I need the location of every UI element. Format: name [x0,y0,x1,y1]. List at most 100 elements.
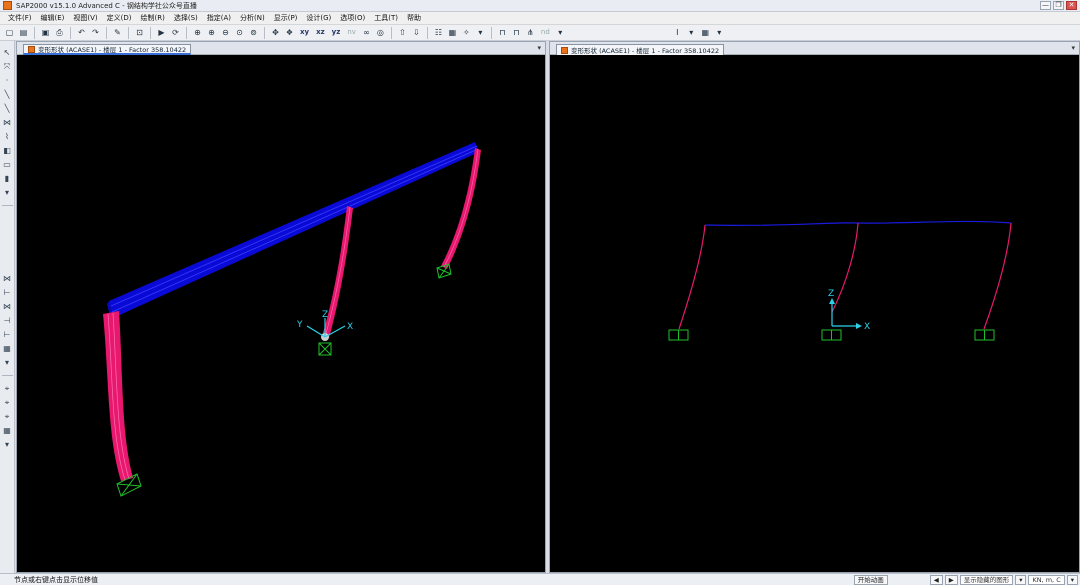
right-2d-view[interactable]: Z X [550,56,1079,573]
nd-view-button[interactable]: nd [539,27,552,38]
lock-icon[interactable]: ⊡ [134,27,145,38]
zoom-restore-icon[interactable]: ⊚ [248,27,259,38]
nv-view-button[interactable]: nv [345,27,358,38]
dropdown-icon[interactable]: ▾ [1066,575,1078,585]
units-field[interactable]: KN, m, C [1028,575,1065,585]
dropdown-icon[interactable]: ▾ [686,27,697,38]
3d-view-icon[interactable]: ❖ [284,27,295,38]
left-column-member[interactable] [103,311,133,481]
display-image-icon[interactable]: ▦ [447,27,458,38]
snap-end-icon[interactable]: ⌖ [2,397,13,408]
draw-link-icon[interactable]: ⌇ [2,131,13,142]
frame-shape-icon[interactable]: ⊓ [497,27,508,38]
quick-draw-frame-icon[interactable]: ╲ [2,103,13,114]
beam-member[interactable] [107,142,479,320]
dropdown-icon[interactable]: ▾ [714,27,725,38]
toolbar-divider [186,26,187,39]
right-2d-canvas[interactable]: Z X [550,56,1080,573]
yz-view-button[interactable]: yz [330,27,343,38]
dropdown-icon[interactable]: ▾ [2,187,13,198]
pane-menu-icon[interactable]: ▾ [1071,44,1075,52]
menu-help[interactable]: 帮助 [407,13,421,23]
draw-frame-icon[interactable]: ╲ [2,89,13,100]
dropdown-icon[interactable]: ▾ [1015,575,1027,585]
refresh-icon[interactable]: ⟳ [170,27,181,38]
pointer-icon[interactable]: ↖ [2,47,13,58]
draw-shell-icon[interactable]: ◧ [2,145,13,156]
print-icon[interactable]: ⎙ [54,27,65,38]
draw-area-icon[interactable]: ▭ [2,159,13,170]
xz-view-button[interactable]: xz [314,27,327,38]
undo-icon[interactable]: ↶ [76,27,87,38]
draw-solid-icon[interactable]: ▮ [2,173,13,184]
xy-view-button[interactable]: xy [298,27,311,38]
middle-column-member[interactable] [831,222,859,313]
right-column-member[interactable] [983,222,1012,330]
menu-edit[interactable]: 编辑(E) [41,13,65,23]
zoom-previous-icon[interactable]: ⊙ [234,27,245,38]
display-option-field[interactable]: 显示隐藏的图形 [959,575,1014,585]
draw-brace-icon[interactable]: ⋈ [2,117,13,128]
main-toolbar: ▢ ▤ ▣ ⎙ ↶ ↷ ✎ ⊡ ▶ ⟳ ⊕ ⊕ ⊖ ⊙ ⊚ ✥ ❖ xy xz … [0,25,1080,41]
menu-view[interactable]: 视图(V) [73,13,97,23]
dropdown-icon[interactable]: ▾ [475,27,486,38]
zoom-in-icon[interactable]: ⊕ [206,27,217,38]
left-pane-tab[interactable]: 变形形状 (ACASE1) - 楼层 1 - Factor 358.10422 [23,44,192,55]
move-up-icon[interactable]: ⇧ [397,27,408,38]
zoom-out-icon[interactable]: ⊖ [220,27,231,38]
redo-icon[interactable]: ↷ [90,27,101,38]
previous-button[interactable]: ◀ [929,575,943,585]
move-down-icon[interactable]: ⇩ [411,27,422,38]
left-3d-canvas[interactable]: Z Y X [17,56,547,573]
menu-design[interactable]: 设计(G) [306,13,331,23]
perspective-icon[interactable]: ◎ [375,27,386,38]
section-designer-icon[interactable]: Ⅰ [672,27,683,38]
dropdown-icon[interactable]: ▾ [2,357,13,368]
menu-tools[interactable]: 工具(T) [374,13,398,23]
reshape-icon[interactable]: ⤧ [2,61,13,72]
joint-icon[interactable]: ✧ [461,27,472,38]
menu-draw[interactable]: 绘制(R) [141,13,165,23]
grid-icon[interactable]: ▦ [2,343,13,354]
menu-define[interactable]: 定义(D) [107,13,132,23]
menu-options[interactable]: 选项(O) [340,13,365,23]
frame-forces-icon[interactable]: ⋔ [525,27,536,38]
maximize-button[interactable]: ❐ [1053,1,1064,10]
new-file-icon[interactable]: ▢ [4,27,15,38]
snap-point-icon[interactable]: ⌖ [2,383,13,394]
right-pane-tab[interactable]: 变形形状 (ACASE1) - 楼层 1 - Factor 358.10422 [556,44,725,55]
snap-grid-icon[interactable]: ▦ [2,425,13,436]
dropdown-icon[interactable]: ▾ [555,27,566,38]
minimize-button[interactable]: — [1040,1,1051,10]
left-3d-view[interactable]: Z Y X [17,56,545,573]
select-all-icon[interactable]: ⋈ [2,273,13,284]
draw-joint-icon[interactable]: · [2,75,13,86]
display-options-icon[interactable]: ☷ [433,27,444,38]
snap-intersection-icon[interactable]: ⌖ [2,411,13,422]
select-joint-icon[interactable]: ⊢ [2,329,13,340]
close-button[interactable]: ✕ [1066,1,1077,10]
table-icon[interactable]: ▦ [700,27,711,38]
run-analysis-icon[interactable]: ▶ [156,27,167,38]
rubber-band-icon[interactable]: ∞ [361,27,372,38]
select-previous-icon[interactable]: ⊢ [2,287,13,298]
intersecting-line-icon[interactable]: ⊣ [2,315,13,326]
menu-file[interactable]: 文件(F) [8,13,32,23]
menu-select[interactable]: 选择(S) [174,13,198,23]
menu-assign[interactable]: 指定(A) [207,13,231,23]
pan-icon[interactable]: ✥ [270,27,281,38]
menu-analyze[interactable]: 分析(N) [240,13,265,23]
pane-menu-icon[interactable]: ▾ [537,44,541,52]
left-column-member[interactable] [678,224,706,330]
pencil-icon[interactable]: ✎ [112,27,123,38]
zoom-window-icon[interactable]: ⊕ [192,27,203,38]
toolbar-divider [150,26,151,39]
next-button[interactable]: ▶ [944,575,958,585]
menu-display[interactable]: 显示(P) [274,13,298,23]
frame-deformed-icon[interactable]: ⊓ [511,27,522,38]
open-folder-icon[interactable]: ▤ [18,27,29,38]
save-icon[interactable]: ▣ [40,27,51,38]
start-animation-button[interactable]: 开始动画 [853,575,888,585]
dropdown-icon[interactable]: ▾ [2,439,13,450]
clear-selection-icon[interactable]: ⋈ [2,301,13,312]
